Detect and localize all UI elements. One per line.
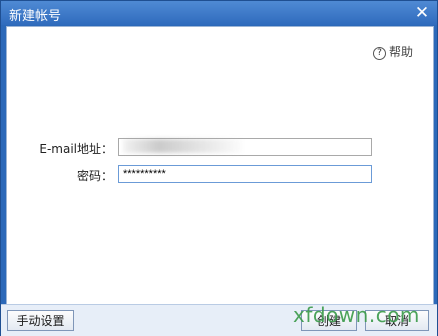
password-label: 密码：: [76, 169, 113, 183]
dialog-footer: 手动设置 创建 取消: [1, 304, 437, 336]
email-label: E-mail地址：: [39, 142, 113, 156]
create-button[interactable]: 创建: [301, 310, 357, 331]
redacted-email-blur: [123, 139, 243, 153]
help-link[interactable]: ? 帮助: [372, 43, 413, 60]
dialog-body: ? 帮助 E-mail地址： 密码：: [6, 26, 434, 305]
cancel-button[interactable]: 取消: [365, 310, 429, 331]
new-account-dialog: 新建帐号 ✕ ?帮助 E-mail地址： 密码： 手动设置 创建 取消 xfdo…: [0, 0, 438, 336]
close-icon[interactable]: ✕: [411, 2, 433, 24]
help-icon: ?: [372, 47, 386, 60]
title-bar: 新建帐号 ✕: [1, 1, 437, 25]
manual-setup-button[interactable]: 手动设置: [7, 310, 74, 331]
help-label: 帮助: [388, 45, 413, 59]
dialog-title: 新建帐号: [9, 9, 62, 24]
password-field[interactable]: [118, 165, 372, 183]
